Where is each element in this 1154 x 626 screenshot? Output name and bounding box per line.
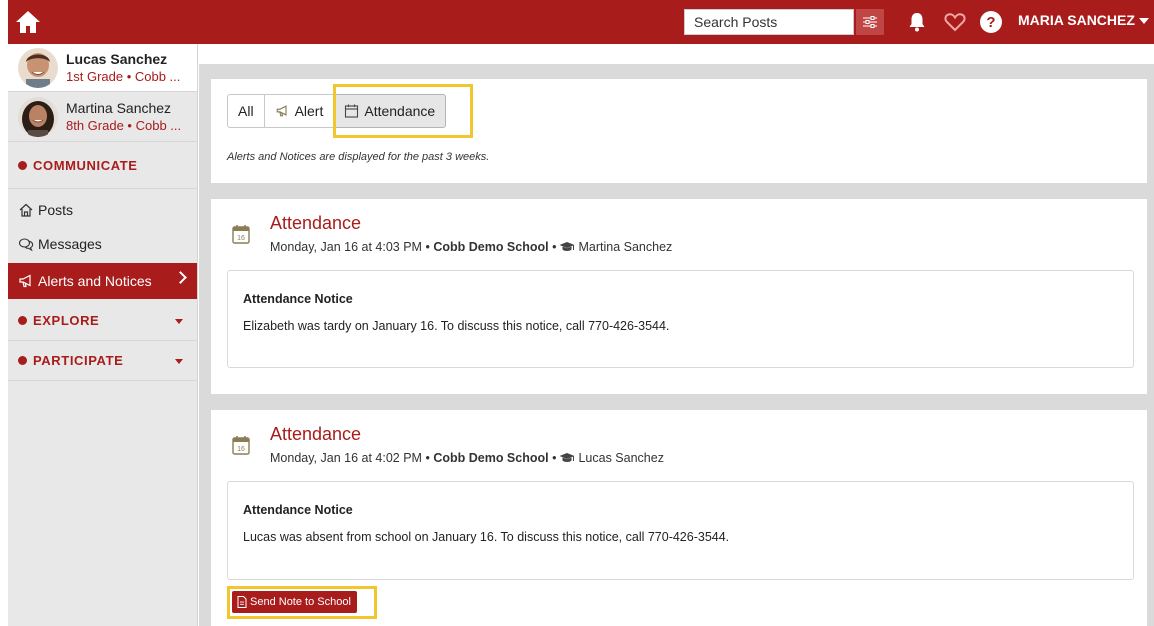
heart-icon <box>944 13 966 32</box>
post-student: Martina Sanchez <box>578 240 673 254</box>
filter-attendance-button[interactable]: Attendance <box>333 94 447 128</box>
meta-separator: • <box>552 240 557 254</box>
notice-box: Attendance Notice Elizabeth was tardy on… <box>227 270 1134 368</box>
child-name: Lucas Sanchez <box>66 50 168 67</box>
post-date: Monday, Jan 16 at 4:03 PM <box>270 240 422 254</box>
filter-button-group: All Alert Attendance <box>227 94 447 128</box>
sidebar: Lucas Sanchez 1st Grade • Cobb ... Marti… <box>8 44 198 626</box>
chat-bubbles-icon <box>18 238 34 252</box>
post-title[interactable]: Attendance <box>270 213 361 234</box>
calendar-icon: 16 <box>232 436 250 455</box>
bullet-icon <box>18 160 27 170</box>
house-outline-icon <box>19 203 33 217</box>
notice-box: Attendance Notice Lucas was absent from … <box>227 481 1134 580</box>
section-explore[interactable]: EXPLORE <box>8 301 197 341</box>
question-icon: ? <box>986 13 996 31</box>
post-meta: Monday, Jan 16 at 4:02 PM • Cobb Demo Sc… <box>270 451 664 465</box>
avatar <box>18 96 58 137</box>
send-note-button[interactable]: Send Note to School <box>232 591 357 613</box>
calendar-icon: 16 <box>232 225 250 244</box>
home-icon <box>16 11 40 33</box>
post-card: 16 Attendance Monday, Jan 16 at 4:03 PM … <box>211 199 1147 394</box>
chevron-down-icon <box>1138 18 1149 25</box>
calendar-icon <box>345 104 359 118</box>
sidebar-item-label: Alerts and Notices <box>38 273 152 289</box>
post-date: Monday, Jan 16 at 4:02 PM <box>270 451 422 465</box>
child-grade: 1st Grade • Cobb ... <box>66 68 181 84</box>
filter-label: Attendance <box>364 103 436 119</box>
calendar-day: 16 <box>237 446 245 453</box>
megaphone-icon <box>19 274 31 288</box>
bullet-icon <box>18 356 27 365</box>
section-participate[interactable]: PARTICIPATE <box>8 341 197 381</box>
megaphone-icon <box>276 105 287 117</box>
section-label: PARTICIPATE <box>33 353 124 368</box>
calendar-day: 16 <box>237 235 245 242</box>
child-grade: 8th Grade • Cobb ... <box>66 117 182 133</box>
notice-body: Lucas was absent from school on January … <box>243 530 730 544</box>
search-box <box>684 9 854 35</box>
sidebar-item-messages[interactable]: Messages <box>8 227 197 261</box>
notice-title: Attendance Notice <box>243 292 353 306</box>
user-menu[interactable]: MARIA SANCHEZ <box>1018 12 1149 28</box>
child-name: Martina Sanchez <box>66 99 172 116</box>
sidebar-item-posts[interactable]: Posts <box>8 193 197 227</box>
child-selector-martina[interactable]: Martina Sanchez 8th Grade • Cobb ... <box>8 92 197 142</box>
sidebar-item-alerts[interactable]: Alerts and Notices <box>8 263 197 299</box>
help-button[interactable]: ? <box>980 11 1002 33</box>
post-school: Cobb Demo School <box>433 240 549 254</box>
chevron-right-icon <box>174 271 187 284</box>
filter-card: All Alert Attendance Alerts and Notices … <box>211 79 1147 183</box>
sidebar-item-label: Posts <box>38 202 74 218</box>
child-selector-lucas[interactable]: Lucas Sanchez 1st Grade • Cobb ... <box>8 44 197 92</box>
main-content: All Alert Attendance Alerts and Notices … <box>199 44 1154 626</box>
post-meta: Monday, Jan 16 at 4:03 PM • Cobb Demo Sc… <box>270 240 672 254</box>
post-title[interactable]: Attendance <box>270 424 361 445</box>
chevron-down-icon <box>175 359 183 364</box>
favorites-button[interactable] <box>943 11 967 33</box>
avatar <box>18 47 58 88</box>
bell-icon <box>909 13 925 32</box>
filter-note: Alerts and Notices are displayed for the… <box>227 151 490 163</box>
user-name: MARIA SANCHEZ <box>1018 12 1135 28</box>
meta-separator: • <box>425 240 430 254</box>
top-bar: ? MARIA SANCHEZ <box>8 0 1154 44</box>
chevron-down-icon <box>175 319 183 324</box>
top-strip <box>199 44 1154 64</box>
notifications-button[interactable] <box>906 11 928 33</box>
document-icon <box>237 596 247 608</box>
sidebar-item-label: Messages <box>38 236 102 252</box>
section-label: COMMUNICATE <box>33 157 138 173</box>
section-communicate[interactable]: COMMUNICATE <box>8 142 197 189</box>
post-school: Cobb Demo School <box>433 451 549 465</box>
filter-all-button[interactable]: All <box>227 94 265 128</box>
send-note-label: Send Note to School <box>250 596 351 608</box>
section-label: EXPLORE <box>33 313 100 328</box>
graduation-cap-icon <box>559 453 575 462</box>
search-input[interactable] <box>685 10 853 34</box>
home-button[interactable] <box>12 6 44 38</box>
sliders-icon <box>863 16 877 28</box>
meta-separator: • <box>425 451 430 465</box>
meta-separator: • <box>552 451 557 465</box>
filter-alert-button[interactable]: Alert <box>263 94 335 128</box>
filter-label: All <box>238 103 254 119</box>
search-filter-button[interactable] <box>856 9 884 35</box>
filter-label: Alert <box>294 103 324 119</box>
notice-body: Elizabeth was tardy on January 16. To di… <box>243 319 670 333</box>
post-card: 16 Attendance Monday, Jan 16 at 4:02 PM … <box>211 410 1147 626</box>
post-student: Lucas Sanchez <box>578 451 664 465</box>
bullet-icon <box>18 316 27 325</box>
graduation-cap-icon <box>559 242 575 251</box>
notice-title: Attendance Notice <box>243 503 353 517</box>
